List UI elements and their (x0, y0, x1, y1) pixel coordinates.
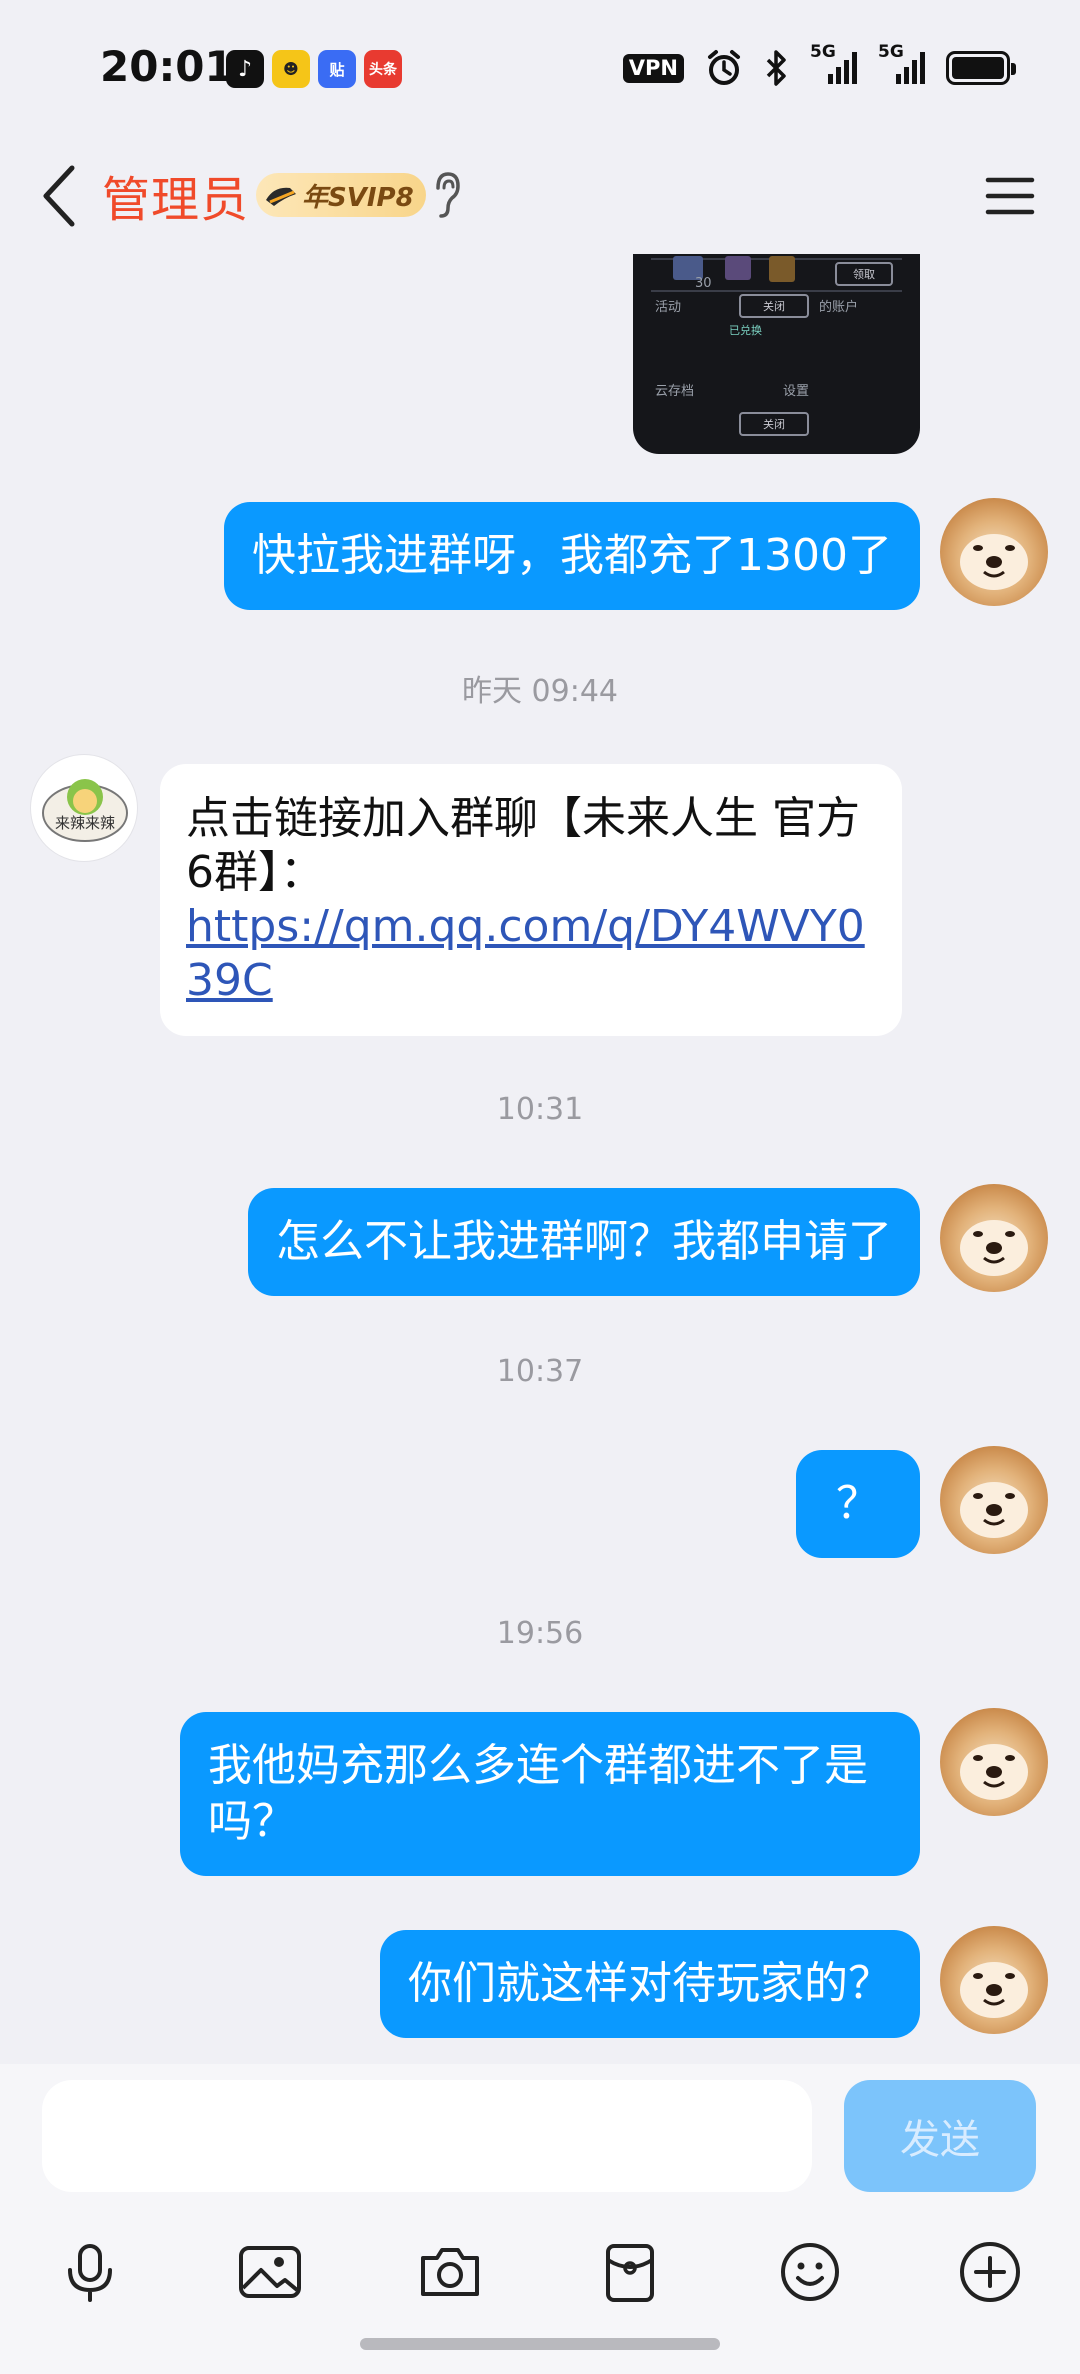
image-message[interactable]: 30 领取 活动 关闭 的账户 已兑换 云存档 设置 关闭 (633, 254, 920, 454)
microphone-icon (68, 2244, 112, 2302)
message-bubble-outgoing[interactable]: 怎么不让我进群啊？我都申请了 (248, 1188, 920, 1296)
svip-badge[interactable]: 年SVIP8 (256, 173, 426, 217)
message-bubble-outgoing[interactable]: 我他妈充那么多连个群都进不了是吗？ (180, 1712, 920, 1876)
ear-icon[interactable] (428, 168, 464, 224)
camera-button[interactable] (400, 2222, 500, 2322)
input-area: 发送 (0, 2064, 1080, 2374)
battery-icon (946, 51, 1016, 85)
chat-area[interactable]: 30 领取 活动 关闭 的账户 已兑换 云存档 设置 关闭 快拉我进群呀，我都充… (0, 254, 1080, 2064)
timestamp: 10:37 (496, 1354, 584, 1389)
group-invite-link[interactable]: https://qm.qq.com/q/DY4WVY039C (186, 901, 865, 1006)
emoji-button[interactable] (760, 2222, 860, 2322)
svip-hat-icon (266, 187, 296, 206)
status-time: 20:01 (100, 42, 234, 91)
svip-label: 年SVIP8 (302, 182, 414, 213)
red-packet-icon (606, 2244, 654, 2302)
red-packet-button[interactable] (580, 2222, 680, 2322)
timestamp: 10:31 (496, 1092, 584, 1127)
camera-icon (421, 2248, 479, 2296)
status-bar: 20:01 ♪ ☻ 贴 头条 VPN 5G 5G (0, 0, 1080, 140)
timestamp: 19:56 (496, 1616, 584, 1651)
chat-title[interactable]: 管理员 (102, 160, 249, 230)
timestamp: 昨天 09:44 (462, 674, 618, 709)
menu-icon[interactable] (978, 164, 1042, 228)
avatar[interactable] (940, 498, 1048, 606)
plus-circle-icon (960, 2242, 1020, 2302)
message-bubble-outgoing[interactable]: 快拉我进群呀，我都充了1300了 (224, 502, 920, 610)
vpn-badge: VPN (622, 53, 684, 83)
back-icon[interactable] (32, 158, 92, 234)
message-bubble-outgoing[interactable]: 你们就这样对待玩家的？ (380, 1930, 920, 2038)
notification-icons: ♪ ☻ 贴 头条 (226, 50, 402, 88)
message-bubble-outgoing[interactable]: ？ (796, 1450, 920, 1558)
alarm-icon (708, 50, 740, 85)
chat-header: 管理员 年SVIP8 (0, 140, 1080, 254)
send-button[interactable]: 发送 (844, 2080, 1036, 2192)
signal-icon: 5G (878, 42, 926, 88)
signal-icon: 5G (810, 42, 858, 88)
bluetooth-icon (766, 50, 786, 86)
tiktok-icon: ♪ (226, 50, 264, 88)
input-toolbar (0, 2222, 1080, 2322)
emoji-icon (781, 2243, 839, 2301)
photo-button[interactable] (220, 2222, 320, 2322)
avatar[interactable] (940, 1708, 1048, 1816)
avatar[interactable] (940, 1926, 1048, 2034)
tieba-icon: 贴 (318, 50, 356, 88)
home-indicator[interactable] (360, 2338, 720, 2350)
app-icon-yellow: ☻ (272, 50, 310, 88)
avatar[interactable] (940, 1446, 1048, 1554)
image-icon (239, 2246, 301, 2298)
avatar[interactable]: 来辣来辣 (30, 754, 138, 862)
message-text: 点击链接加入群聊【未来人生 官方6群】： (186, 793, 860, 898)
status-right: VPN 5G 5G (622, 42, 1016, 88)
avatar[interactable] (940, 1184, 1048, 1292)
toutiao-icon: 头条 (364, 50, 402, 88)
message-bubble-incoming[interactable]: 点击链接加入群聊【未来人生 官方6群】： https://qm.qq.com/q… (160, 764, 902, 1036)
svg-text:来辣来辣: 来辣来辣 (55, 814, 115, 832)
more-button[interactable] (940, 2222, 1040, 2322)
voice-button[interactable] (40, 2222, 140, 2322)
message-input[interactable] (42, 2080, 812, 2192)
